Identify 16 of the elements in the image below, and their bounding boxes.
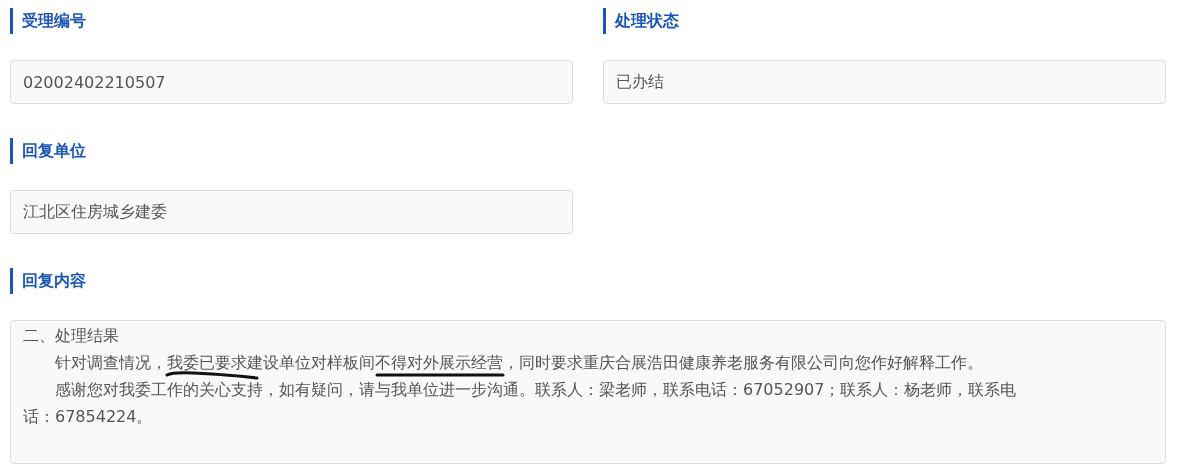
field-label: 受理编号 xyxy=(22,10,86,32)
field-label: 处理状态 xyxy=(615,10,679,32)
field-label: 回复单位 xyxy=(22,140,86,162)
text-line: 二、处理结果 xyxy=(23,326,119,346)
text-line: 话：67854224。 xyxy=(23,407,153,427)
field-label: 回复内容 xyxy=(22,270,86,292)
read-only-field[interactable]: 02002402210507 xyxy=(10,60,573,104)
read-only-field[interactable]: 江北区住房城乡建委 xyxy=(10,190,573,234)
reply-text-area[interactable]: 二、处理结果 针对调查情况，我委已要求建设单位对样板间不得对外展示经营，同时要求重庆合展浩田健康养老服务有限公司向您作好解释工作。 感谢您对我委工作的关心支持，如有疑问，请与我单位进一步沟通。联系人：梁老师，联系电话：67052907；联系人：杨老师，联系电 话：67854224。 xyxy=(10,320,1166,464)
read-only-field[interactable]: 已办结 xyxy=(603,60,1166,104)
label-bar xyxy=(10,8,13,34)
text-line: 感谢您对我委工作的关心支持，如有疑问，请与我单位进一步沟通。联系人：梁老师，联系电话：67052907；联系人：杨老师，联系电 xyxy=(54,380,1017,400)
text-line: 针对调查情况，我委已要求建设单位对样板间不得对外展示经营，同时要求重庆合展浩田健康养老服务有限公司向您作好解释工作。 xyxy=(54,353,983,373)
label-bar xyxy=(603,8,606,34)
label-bar xyxy=(10,268,13,294)
label-bar xyxy=(10,138,13,164)
